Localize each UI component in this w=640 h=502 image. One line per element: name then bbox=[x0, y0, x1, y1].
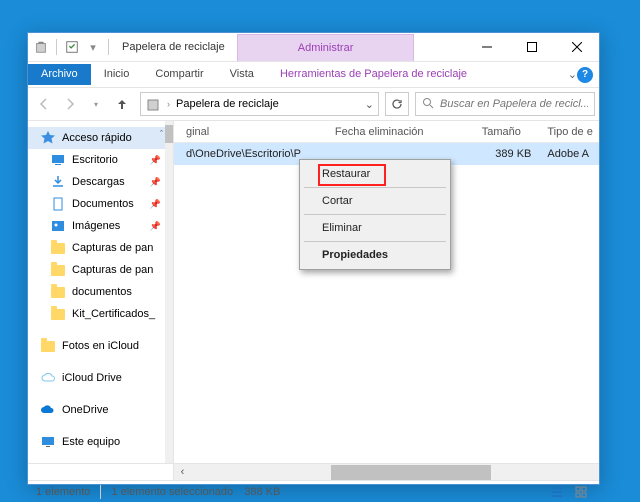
refresh-button[interactable] bbox=[385, 92, 409, 116]
col-size[interactable]: Tamaño bbox=[474, 126, 540, 138]
pin-icon: 📌 bbox=[150, 221, 161, 232]
maximize-button[interactable] bbox=[509, 33, 554, 61]
this-pc-icon bbox=[40, 434, 56, 450]
view-details-button[interactable] bbox=[547, 482, 567, 502]
folder-icon bbox=[50, 306, 66, 322]
folder-icon bbox=[50, 240, 66, 256]
documents-icon bbox=[50, 196, 66, 212]
search-icon bbox=[422, 97, 434, 112]
cell-type: Adobe A bbox=[539, 148, 599, 160]
cell-size: 389 KB bbox=[474, 148, 540, 160]
desktop-icon bbox=[50, 152, 66, 168]
tab-home[interactable]: Inicio bbox=[91, 64, 143, 85]
tab-share[interactable]: Compartir bbox=[142, 64, 216, 85]
forward-button[interactable] bbox=[58, 92, 82, 116]
status-bar: 1 elemento 1 elemento seleccionado 388 K… bbox=[28, 480, 599, 502]
sidebar-label: Acceso rápido bbox=[62, 132, 132, 144]
column-headers: ginal Fecha eliminación Tamaño Tipo de e bbox=[174, 121, 599, 143]
recent-dropdown[interactable]: ▾ bbox=[84, 92, 108, 116]
sidebar-item-pictures[interactable]: Imágenes📌 bbox=[28, 215, 173, 237]
back-button[interactable] bbox=[32, 92, 56, 116]
sidebar-item-folder[interactable]: Capturas de pan bbox=[28, 259, 173, 281]
sidebar-item-icloud-drive[interactable]: iCloud Drive bbox=[28, 367, 173, 389]
sidebar-item-icloud-photos[interactable]: Fotos en iCloud bbox=[28, 335, 173, 357]
address-location: Papelera de reciclaje bbox=[176, 98, 279, 110]
icloud-icon bbox=[40, 370, 56, 386]
chevron-right-icon: › bbox=[167, 99, 170, 109]
scroll-left-button[interactable]: ‹ bbox=[174, 464, 191, 481]
minimize-button[interactable] bbox=[464, 33, 509, 61]
navigation-pane: Acceso rápido Escritorio📌 Descargas📌 Doc… bbox=[28, 121, 174, 463]
ribbon-tabs: Archivo Inicio Compartir Vista Herramien… bbox=[28, 62, 599, 87]
up-button[interactable] bbox=[110, 92, 134, 116]
menu-properties[interactable]: Propiedades bbox=[302, 243, 448, 267]
location-icon bbox=[145, 96, 161, 112]
tab-recyclebin-tools[interactable]: Herramientas de Papelera de reciclaje bbox=[267, 64, 480, 85]
ribbon-collapse-icon[interactable]: ⌄ bbox=[568, 68, 577, 81]
pin-icon: 📌 bbox=[150, 155, 161, 166]
sidebar-item-folder[interactable]: documentos bbox=[28, 281, 173, 303]
window-title: Papelera de reciclaje bbox=[116, 41, 237, 53]
folder-icon bbox=[50, 262, 66, 278]
address-box[interactable]: › Papelera de reciclaje ⌄ bbox=[140, 92, 379, 116]
col-type[interactable]: Tipo de e bbox=[539, 126, 599, 138]
titlebar: ▾ Papelera de reciclaje Administrar bbox=[28, 33, 599, 62]
sidebar-item-folder[interactable]: Capturas de pan bbox=[28, 237, 173, 259]
col-date-deleted[interactable]: Fecha eliminación bbox=[327, 126, 474, 138]
tab-view[interactable]: Vista bbox=[217, 64, 267, 85]
sidebar-item-quick-access[interactable]: Acceso rápido bbox=[28, 127, 173, 149]
sidebar-item-onedrive[interactable]: OneDrive bbox=[28, 399, 173, 421]
tab-file[interactable]: Archivo bbox=[28, 64, 91, 85]
sidebar-item-folder[interactable]: Kit_Certificados_ bbox=[28, 303, 173, 325]
view-thumbnails-button[interactable] bbox=[571, 482, 591, 502]
address-bar: ▾ › Papelera de reciclaje ⌄ bbox=[28, 87, 599, 121]
sidebar-item-this-pc[interactable]: Este equipo bbox=[28, 431, 173, 453]
close-button[interactable] bbox=[554, 33, 599, 61]
col-original-location[interactable]: ginal bbox=[178, 126, 327, 138]
status-selected: 1 elemento seleccionado bbox=[111, 486, 233, 498]
scroll-track[interactable]: ‹ bbox=[174, 464, 599, 480]
search-box[interactable] bbox=[415, 92, 595, 116]
status-item-count: 1 elemento bbox=[36, 486, 90, 498]
quick-access-icon bbox=[40, 130, 56, 146]
folder-icon bbox=[50, 284, 66, 300]
downloads-icon bbox=[50, 174, 66, 190]
onedrive-icon bbox=[40, 402, 56, 418]
menu-restore[interactable]: Restaurar bbox=[302, 162, 448, 186]
recycle-bin-icon bbox=[34, 40, 48, 54]
search-input[interactable] bbox=[440, 98, 588, 110]
horizontal-scrollbar: ‹ bbox=[28, 463, 599, 480]
context-menu: Restaurar Cortar Eliminar Propiedades bbox=[299, 159, 451, 270]
sidebar-item-documents[interactable]: Documentos📌 bbox=[28, 193, 173, 215]
qat-dropdown-icon[interactable]: ▾ bbox=[86, 40, 100, 54]
sidebar-item-desktop[interactable]: Escritorio📌 bbox=[28, 149, 173, 171]
properties-icon[interactable] bbox=[65, 40, 79, 54]
scroll-thumb[interactable] bbox=[331, 465, 491, 480]
address-dropdown[interactable]: ⌄ bbox=[365, 98, 374, 111]
menu-cut[interactable]: Cortar bbox=[302, 189, 448, 213]
help-icon[interactable]: ? bbox=[577, 67, 593, 83]
sidebar-item-downloads[interactable]: Descargas📌 bbox=[28, 171, 173, 193]
nav-scrollbar[interactable] bbox=[165, 121, 173, 463]
manage-tab[interactable]: Administrar bbox=[237, 34, 415, 61]
collapse-icon[interactable]: ˆ bbox=[160, 129, 163, 139]
pictures-icon bbox=[50, 218, 66, 234]
pin-icon: 📌 bbox=[150, 199, 161, 210]
folder-icon bbox=[40, 338, 56, 354]
menu-delete[interactable]: Eliminar bbox=[302, 216, 448, 240]
status-size: 388 KB bbox=[244, 486, 280, 498]
pin-icon: 📌 bbox=[150, 177, 161, 188]
